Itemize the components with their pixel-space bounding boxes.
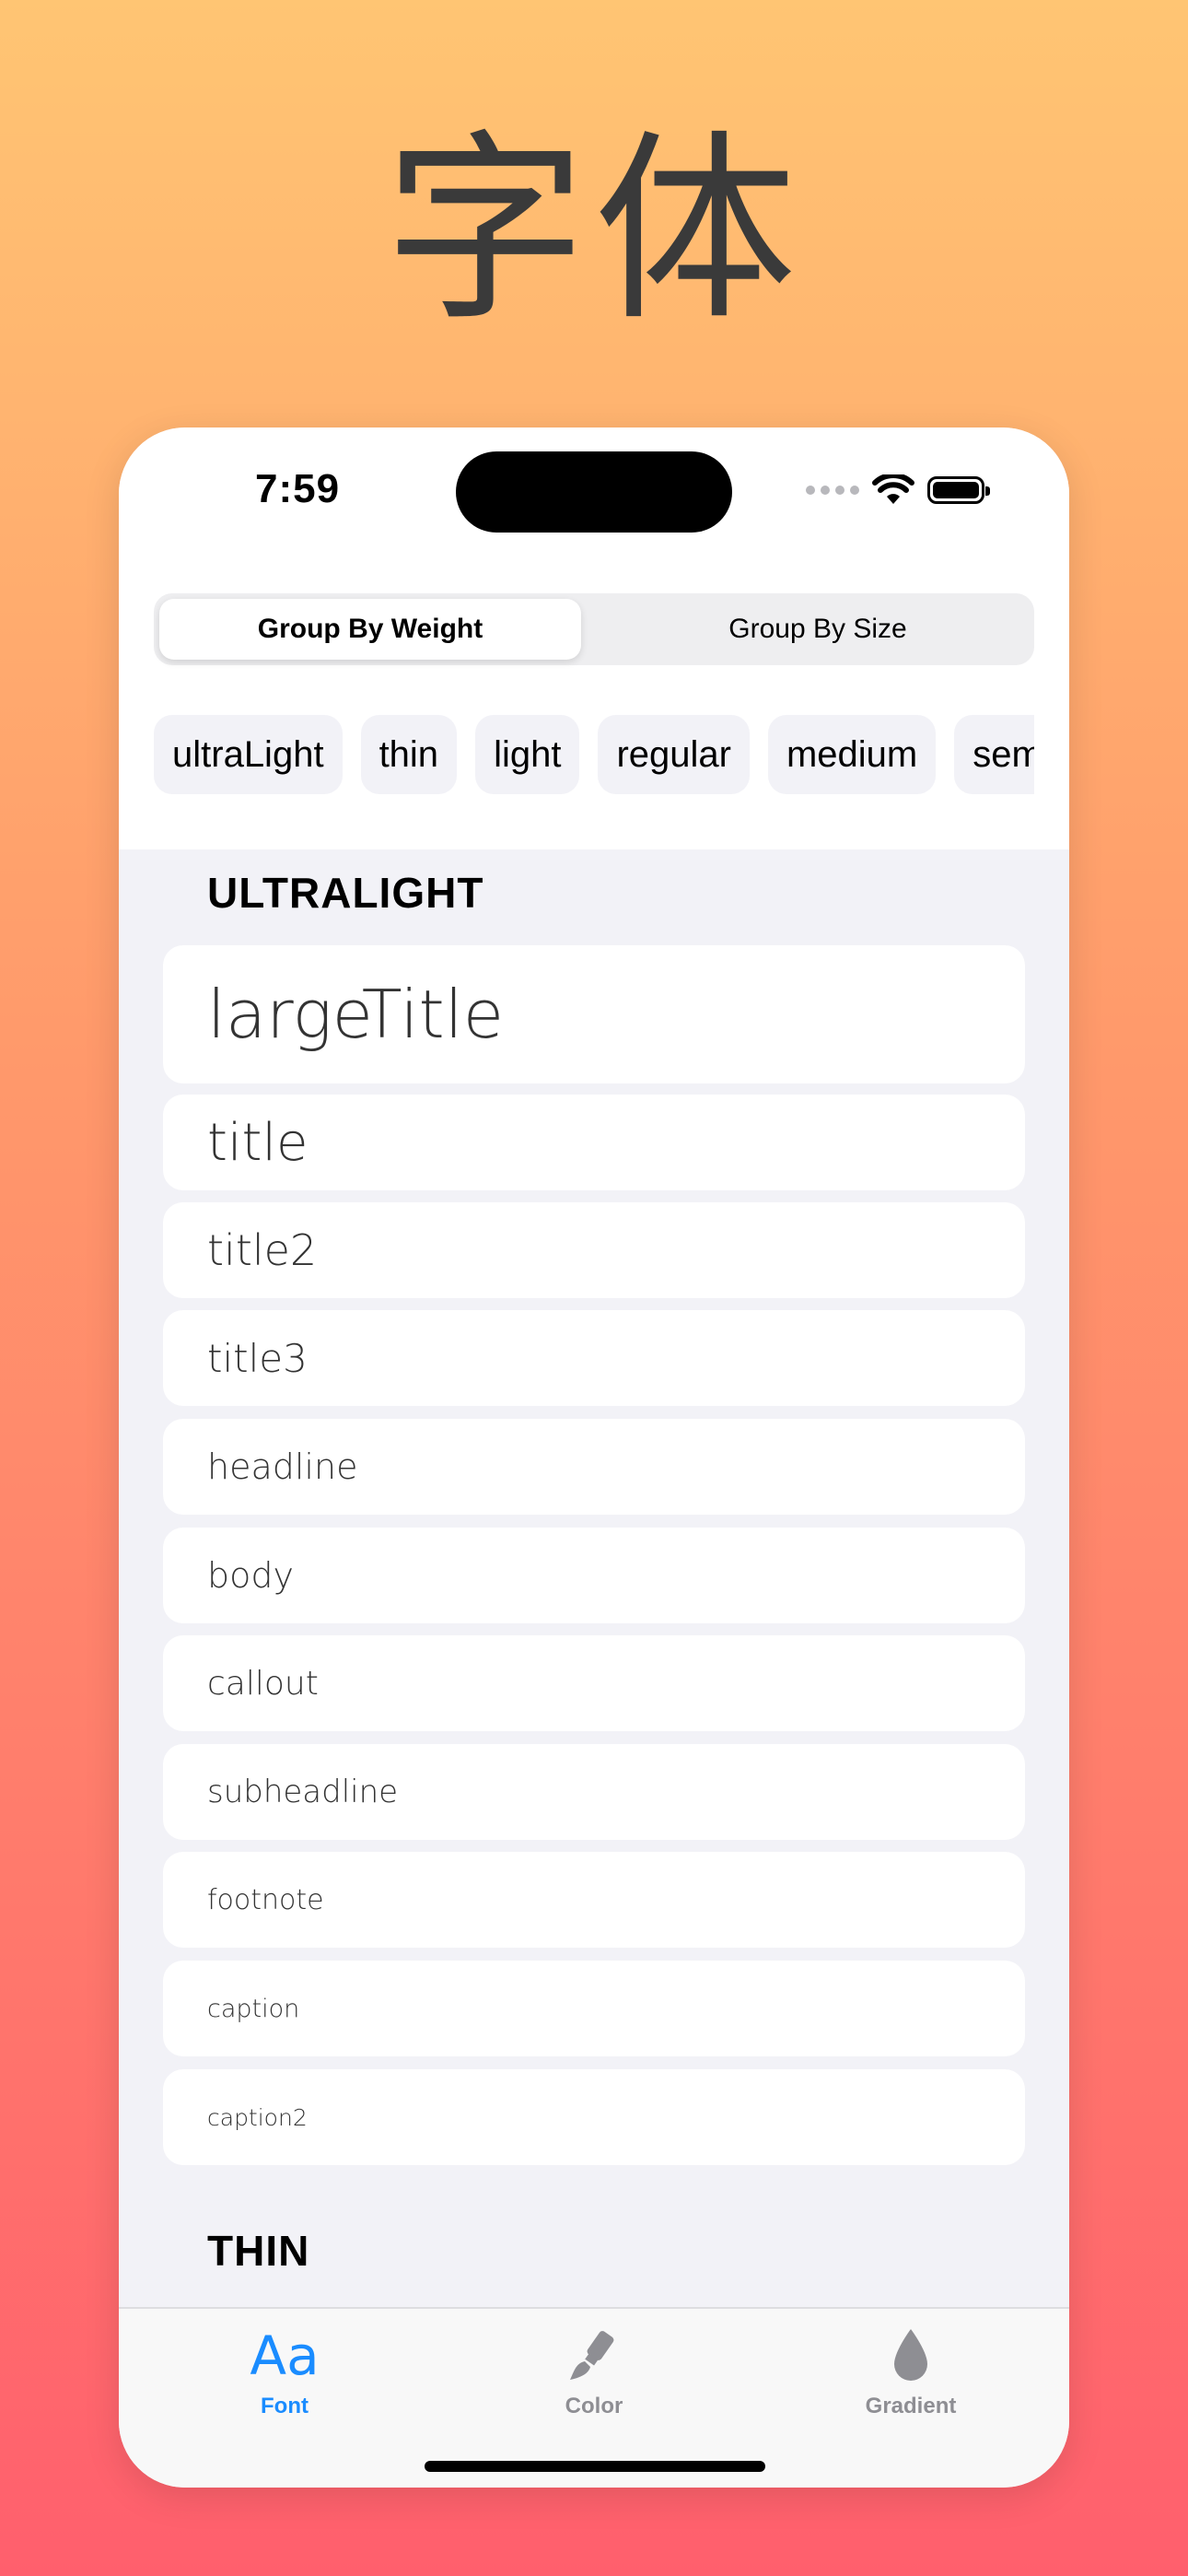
paintbrush-icon: [483, 2324, 705, 2388]
cellular-signal-icon: [806, 486, 859, 495]
tab-font[interactable]: Aa Font: [174, 2324, 395, 2419]
group-by-weight-segment[interactable]: Group By Weight: [159, 599, 581, 660]
chip-semibold[interactable]: semibold: [954, 715, 1034, 794]
font-row-title2[interactable]: title2: [163, 1202, 1025, 1298]
tab-gradient-label: Gradient: [865, 2394, 957, 2418]
font-row-footnote[interactable]: footnote: [163, 1852, 1025, 1948]
font-row-headline[interactable]: headline: [163, 1419, 1025, 1515]
font-row-subheadline[interactable]: subheadline: [163, 1744, 1025, 1840]
chip-regular[interactable]: regular: [598, 715, 750, 794]
hero-title: 字体: [383, 112, 804, 348]
status-time: 7:59: [255, 466, 341, 511]
font-row-caption[interactable]: caption: [163, 1961, 1025, 2056]
home-indicator[interactable]: [425, 2461, 765, 2472]
chip-ultralight[interactable]: ultraLight: [154, 715, 343, 794]
font-row-caption2[interactable]: caption2: [163, 2069, 1025, 2165]
chip-medium[interactable]: medium: [767, 715, 937, 794]
chip-light[interactable]: light: [475, 715, 580, 794]
chip-thin[interactable]: thin: [360, 715, 458, 794]
font-row-largetitle[interactable]: largeTitle: [163, 945, 1025, 1083]
font-row-title[interactable]: title: [163, 1095, 1025, 1190]
font-row-title3[interactable]: title3: [163, 1310, 1025, 1406]
font-aa-icon: Aa: [250, 2324, 320, 2387]
tab-gradient[interactable]: Gradient: [800, 2324, 1021, 2419]
weight-chip-row[interactable]: ultraLightthinlightregularmediumsemibold: [154, 715, 1034, 798]
font-row-callout[interactable]: callout: [163, 1635, 1025, 1731]
status-indicators: [806, 472, 990, 509]
tab-font-label: Font: [261, 2394, 309, 2418]
section-title-thin: THIN: [207, 2227, 310, 2275]
wifi-icon: [872, 474, 914, 504]
section-title-ultralight: ULTRALIGHT: [207, 869, 484, 917]
tab-color[interactable]: Color: [483, 2324, 705, 2419]
font-row-body[interactable]: body: [163, 1528, 1025, 1623]
dynamic-island: [456, 451, 732, 533]
battery-icon: [927, 476, 990, 504]
group-segmented-control: Group By Weight Group By Size: [154, 593, 1034, 665]
group-by-size-segment[interactable]: Group By Size: [607, 599, 1029, 660]
tab-color-label: Color: [565, 2394, 623, 2418]
drop-icon: [800, 2324, 1021, 2388]
phone-frame: 7:59 Group By Weight Group By Size ultra…: [119, 427, 1069, 2488]
